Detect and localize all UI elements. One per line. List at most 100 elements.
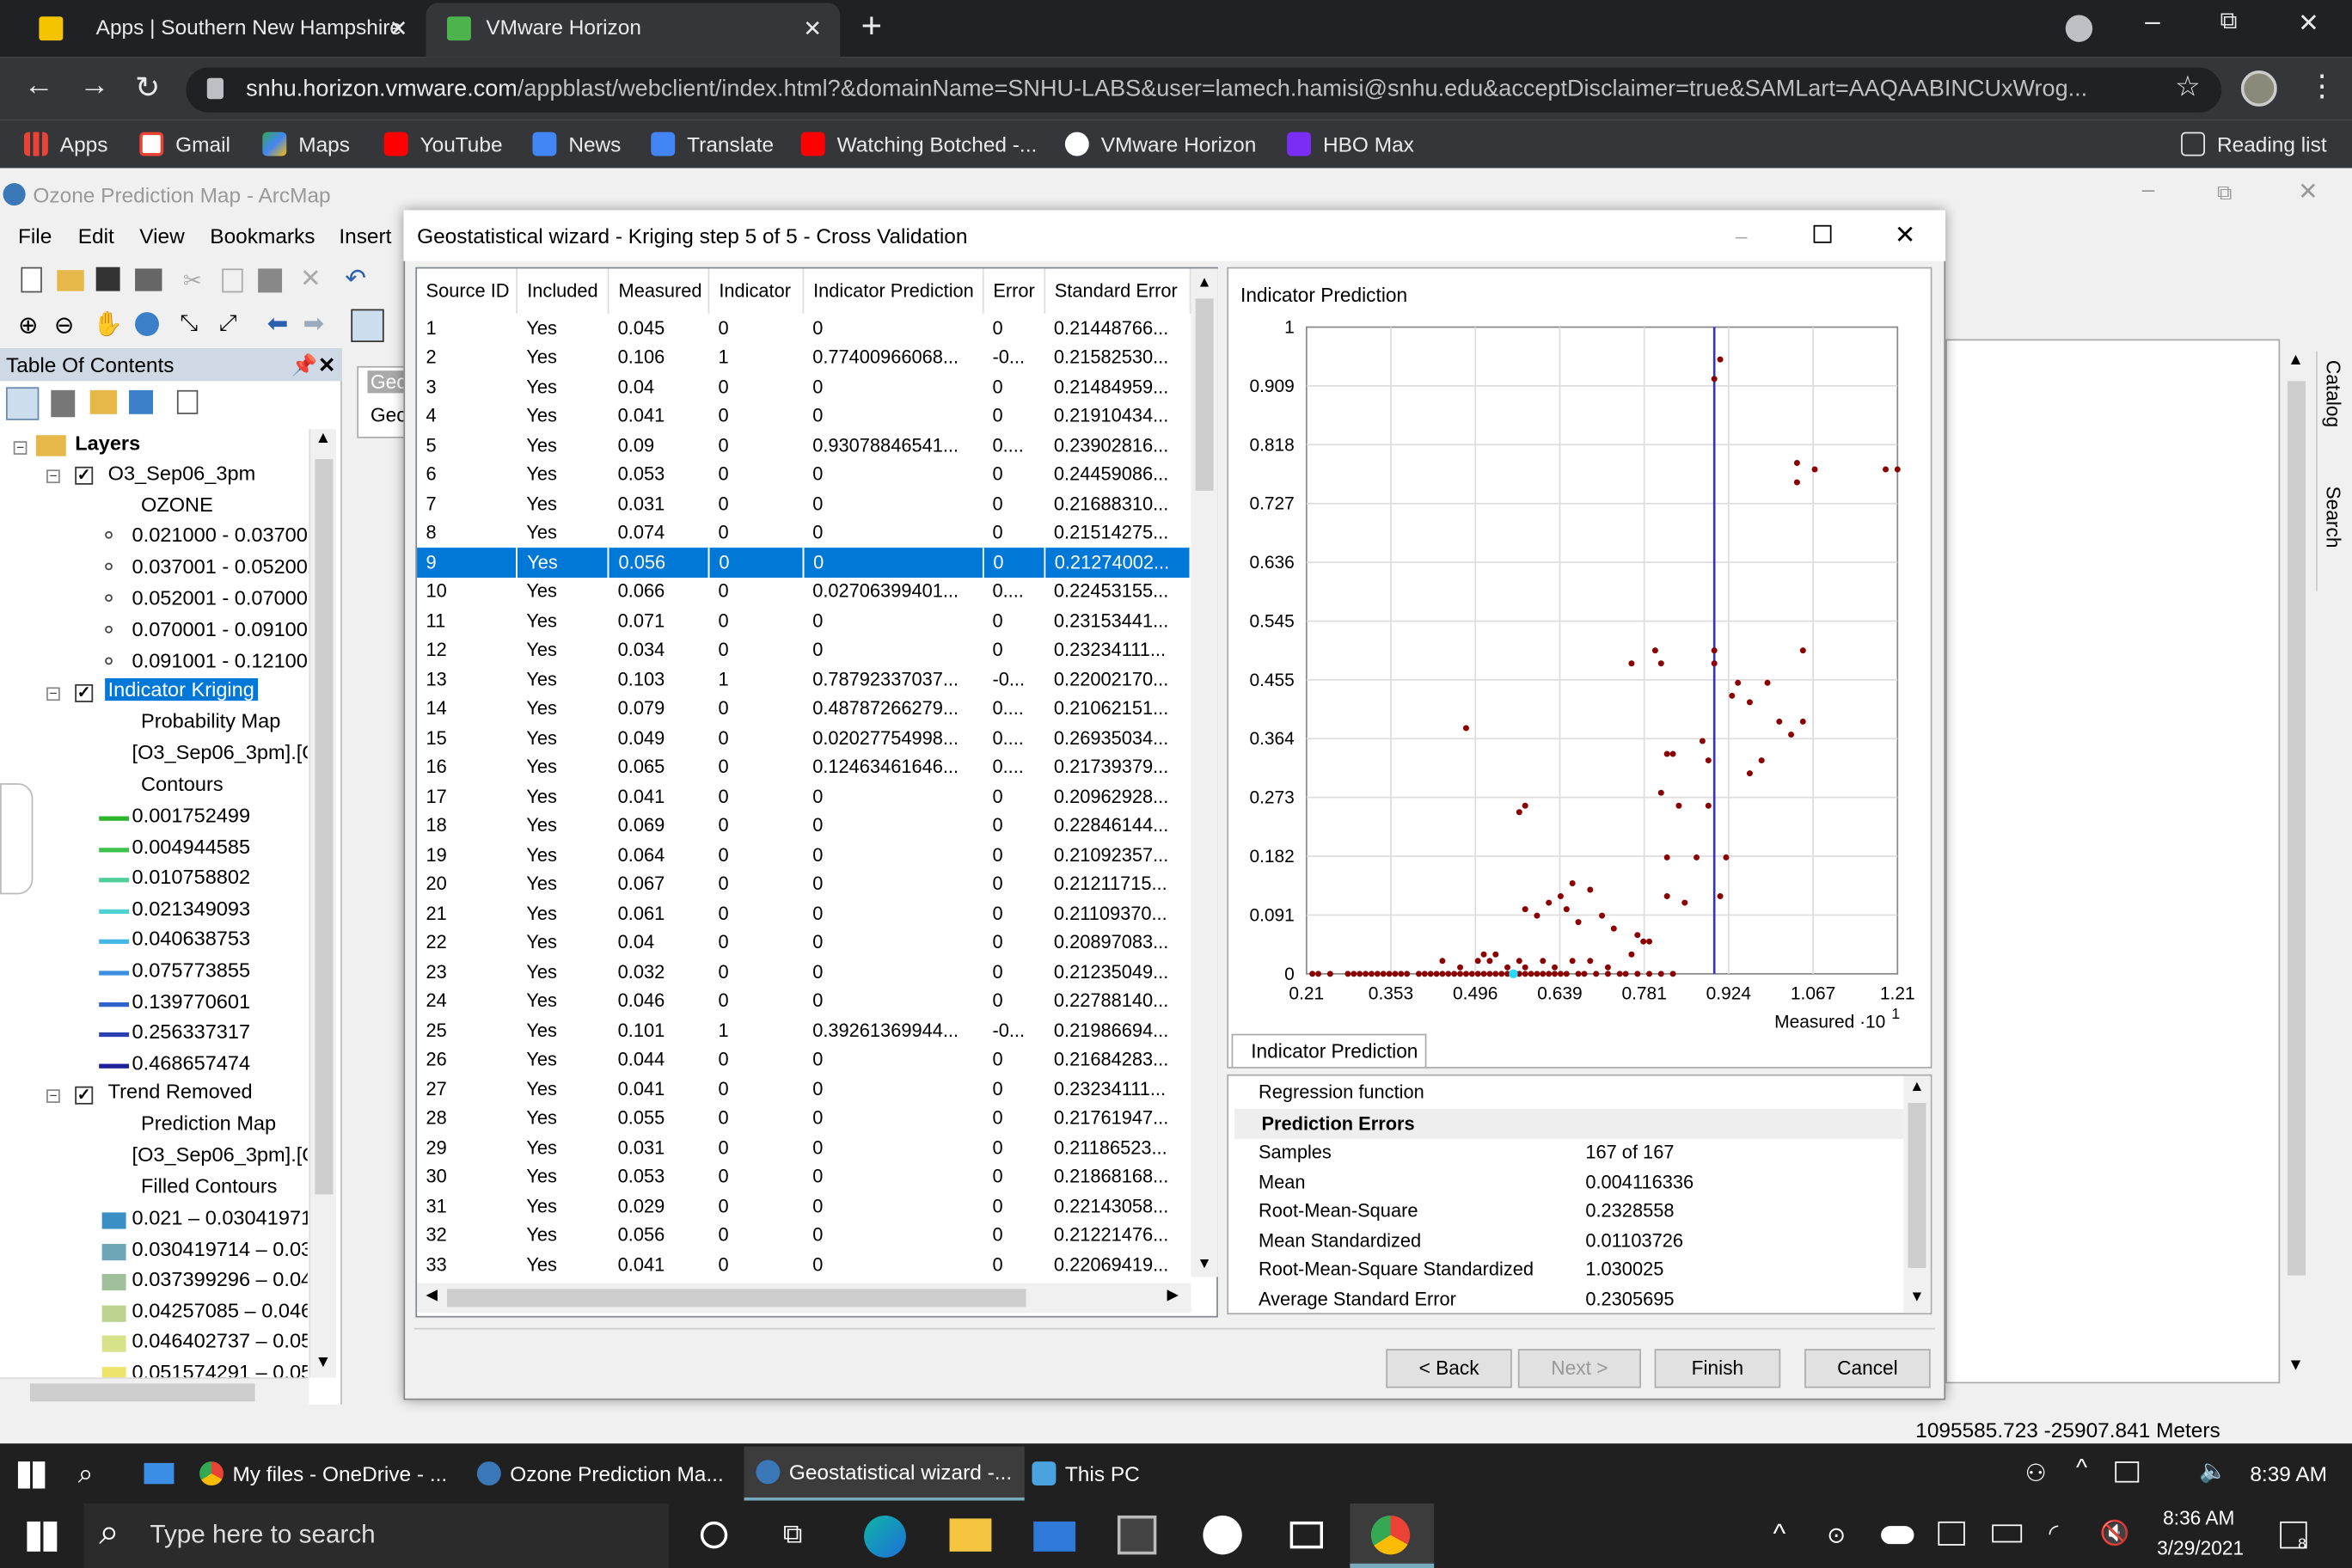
table-row[interactable]: 8 Yes 0.074 0 0 0 0.21514275... bbox=[417, 518, 1190, 548]
stats-scrollbar[interactable]: ▲ ▼ bbox=[1903, 1075, 1931, 1314]
delete-icon[interactable]: ✕ bbox=[300, 264, 322, 294]
toc-vertical-scrollbar[interactable]: ▲ ▼ bbox=[309, 429, 336, 1378]
cancel-button[interactable]: Cancel bbox=[1804, 1349, 1931, 1388]
taskbar-onedrive[interactable]: My files - OneDrive - ... bbox=[199, 1461, 447, 1486]
network-icon[interactable] bbox=[2115, 1461, 2140, 1483]
tab-search-icon[interactable] bbox=[2065, 15, 2093, 42]
scroll-thumb[interactable] bbox=[1195, 298, 1214, 491]
table-row[interactable]: 30 Yes 0.053 0 0 0 0.21868168... bbox=[417, 1162, 1190, 1191]
table-row[interactable]: 23 Yes 0.032 0 0 0 0.21235049... bbox=[417, 958, 1190, 987]
select-features-icon[interactable] bbox=[351, 309, 384, 342]
meet-now-icon[interactable]: ⊙ bbox=[1827, 1522, 1846, 1549]
list-by-visibility-icon[interactable] bbox=[89, 389, 118, 414]
table-row[interactable]: 13 Yes 0.103 1 0.78792337037... -0... 0.220021… bbox=[417, 665, 1190, 694]
bookmark-star-icon[interactable]: ☆ bbox=[2175, 70, 2201, 105]
table-row[interactable]: 6 Yes 0.053 0 0 0 0.24459086... bbox=[417, 460, 1190, 489]
table-row[interactable]: 11 Yes 0.071 0 0 0 0.23153441... bbox=[417, 606, 1190, 635]
menu-insert[interactable]: Insert bbox=[339, 219, 391, 252]
tab-apps-snhu[interactable]: Apps | Southern New Hampshire ✕ bbox=[21, 0, 426, 57]
collapse-layer-icon[interactable]: − bbox=[46, 687, 60, 701]
dialog-close-button[interactable]: ✕ bbox=[1895, 210, 1916, 260]
vmware-icon[interactable] bbox=[1203, 1515, 1242, 1555]
tab-vmware-horizon[interactable]: VMware Horizon ✕ bbox=[426, 3, 841, 58]
table-row[interactable]: 16 Yes 0.065 0 0.12463461646... 0.... 0.217393… bbox=[417, 752, 1190, 781]
speaker-icon[interactable]: 🔈 bbox=[2199, 1457, 2227, 1485]
scroll-down-icon[interactable]: ▼ bbox=[315, 1353, 331, 1371]
bookmark-vmware-horizon[interactable]: VMware Horizon bbox=[1064, 120, 1256, 168]
table-row[interactable]: 18 Yes 0.069 0 0 0 0.22846144... bbox=[417, 811, 1190, 840]
bookmark-gmail[interactable]: Gmail bbox=[139, 120, 230, 168]
table-row[interactable]: 9 Yes 0.056 0 0 0 0.21274002... bbox=[417, 548, 1191, 578]
table-row[interactable]: 14 Yes 0.079 0 0.48787266279... 0.... 0.210621… bbox=[417, 694, 1190, 723]
layer-o3-name[interactable]: O3_Sep06_3pm bbox=[108, 462, 256, 485]
scroll-thumb[interactable] bbox=[1908, 1102, 1926, 1268]
layer-visibility-checkbox[interactable]: ✓ bbox=[75, 683, 94, 702]
table-row[interactable]: 5 Yes 0.09 0 0.93078846541... 0.... 0.23902816… bbox=[417, 431, 1190, 460]
onedrive-cloud-icon[interactable] bbox=[1881, 1526, 1914, 1545]
close-tab-icon[interactable]: ✕ bbox=[389, 15, 408, 42]
scroll-thumb[interactable] bbox=[315, 459, 334, 1195]
table-row[interactable]: 25 Yes 0.101 1 0.39261369944... -0... 0.219866… bbox=[417, 1016, 1190, 1045]
geo-tab-stub[interactable]: Geo Geo bbox=[357, 365, 411, 438]
print-icon[interactable] bbox=[135, 268, 162, 291]
mail-icon[interactable] bbox=[144, 1462, 175, 1485]
remote-desktop-icon[interactable] bbox=[1289, 1521, 1324, 1549]
table-row[interactable]: 12 Yes 0.034 0 0 0 0.23234111... bbox=[417, 635, 1190, 665]
scroll-up-icon[interactable]: ▲ bbox=[2288, 351, 2304, 369]
arcmap-close-button[interactable]: ✕ bbox=[2298, 177, 2318, 207]
menu-view[interactable]: View bbox=[139, 219, 185, 252]
table-row[interactable]: 15 Yes 0.049 0 0.02027754998... 0.... 0.269350… bbox=[417, 723, 1190, 752]
scroll-up-icon[interactable]: ▲ bbox=[1909, 1079, 1924, 1095]
menu-file[interactable]: File bbox=[18, 219, 52, 252]
scroll-thumb[interactable] bbox=[29, 1383, 255, 1402]
list-by-source-icon[interactable] bbox=[51, 389, 76, 418]
next-button[interactable]: Next > bbox=[1517, 1349, 1641, 1388]
menu-bookmarks[interactable]: Bookmarks bbox=[210, 219, 315, 252]
paste-icon[interactable] bbox=[258, 268, 283, 293]
column-header[interactable]: Standard Error bbox=[1044, 268, 1191, 314]
taskbar-ozone-map[interactable]: Ozone Prediction Ma... bbox=[476, 1461, 724, 1486]
catalog-tab[interactable]: Catalog bbox=[2322, 360, 2344, 427]
table-row[interactable]: 26 Yes 0.044 0 0 0 0.21684283... bbox=[417, 1045, 1190, 1075]
close-window-button[interactable]: ✕ bbox=[2298, 9, 2319, 39]
table-row[interactable]: 19 Yes 0.064 0 0 0 0.21092357... bbox=[417, 840, 1190, 869]
scroll-down-icon[interactable]: ▼ bbox=[2288, 1357, 2304, 1375]
bookmark-news[interactable]: News bbox=[532, 120, 621, 168]
scroll-right-icon[interactable]: ▶ bbox=[1167, 1288, 1179, 1304]
handle-grip[interactable] bbox=[0, 783, 34, 895]
display-icon[interactable] bbox=[1938, 1521, 1965, 1546]
map-data-frame[interactable] bbox=[1945, 339, 2281, 1384]
next-extent-icon[interactable]: ➡ bbox=[303, 309, 324, 340]
scatter-chart[interactable]: Indicator Prediction 0.21 0.353 0.496 0.639 0… bbox=[1228, 268, 1933, 1069]
table-horizontal-scrollbar[interactable]: ◀ ▶ bbox=[417, 1283, 1191, 1314]
table-row[interactable]: 2 Yes 0.106 1 0.77400966068... -0... 0.2158253… bbox=[417, 343, 1190, 372]
chart-tab-indicator-prediction[interactable]: Indicator Prediction bbox=[1231, 1033, 1427, 1068]
scroll-up-icon[interactable]: ▲ bbox=[315, 429, 331, 447]
windows-start-icon[interactable] bbox=[17, 1461, 46, 1489]
wifi-icon[interactable]: ◜ bbox=[2049, 1518, 2059, 1548]
back-button[interactable]: < Back bbox=[1386, 1349, 1512, 1388]
file-explorer-icon[interactable] bbox=[949, 1518, 992, 1552]
taskbar-geostat-wizard[interactable]: Geostatistical wizard -... bbox=[744, 1446, 1025, 1501]
scroll-thumb[interactable] bbox=[446, 1289, 1026, 1308]
windows-start-icon[interactable] bbox=[27, 1521, 58, 1552]
copy-icon[interactable] bbox=[222, 268, 243, 293]
search-box[interactable]: ⌕ Type here to search bbox=[83, 1503, 670, 1568]
table-vertical-scrollbar[interactable]: ▲ ▼ bbox=[1191, 268, 1218, 1277]
mail-icon[interactable] bbox=[1033, 1521, 1076, 1552]
column-header[interactable]: Measured bbox=[609, 268, 710, 314]
chevron-up-icon[interactable]: ^ bbox=[1773, 1518, 1785, 1550]
table-row[interactable]: 4 Yes 0.041 0 0 0 0.21910434... bbox=[417, 401, 1190, 431]
search-icon[interactable]: ⌕ bbox=[78, 1459, 94, 1491]
store-icon[interactable] bbox=[1117, 1515, 1157, 1555]
fixed-zoom-out-icon[interactable]: ⤢ bbox=[219, 310, 237, 336]
edge-icon[interactable] bbox=[864, 1515, 906, 1558]
regression-function-label[interactable]: Regression function bbox=[1259, 1082, 1424, 1103]
table-row[interactable]: 3 Yes 0.04 0 0 0 0.21484959... bbox=[417, 372, 1190, 401]
chevron-up-icon[interactable]: ^ bbox=[2076, 1455, 2087, 1482]
arcmap-minimize-button[interactable]: – bbox=[2142, 177, 2155, 203]
finish-button[interactable]: Finish bbox=[1654, 1349, 1781, 1388]
search-tab[interactable]: Search bbox=[2322, 487, 2344, 548]
minimize-window-button[interactable]: – bbox=[2145, 6, 2159, 38]
collapse-layer-icon[interactable]: − bbox=[46, 469, 60, 484]
